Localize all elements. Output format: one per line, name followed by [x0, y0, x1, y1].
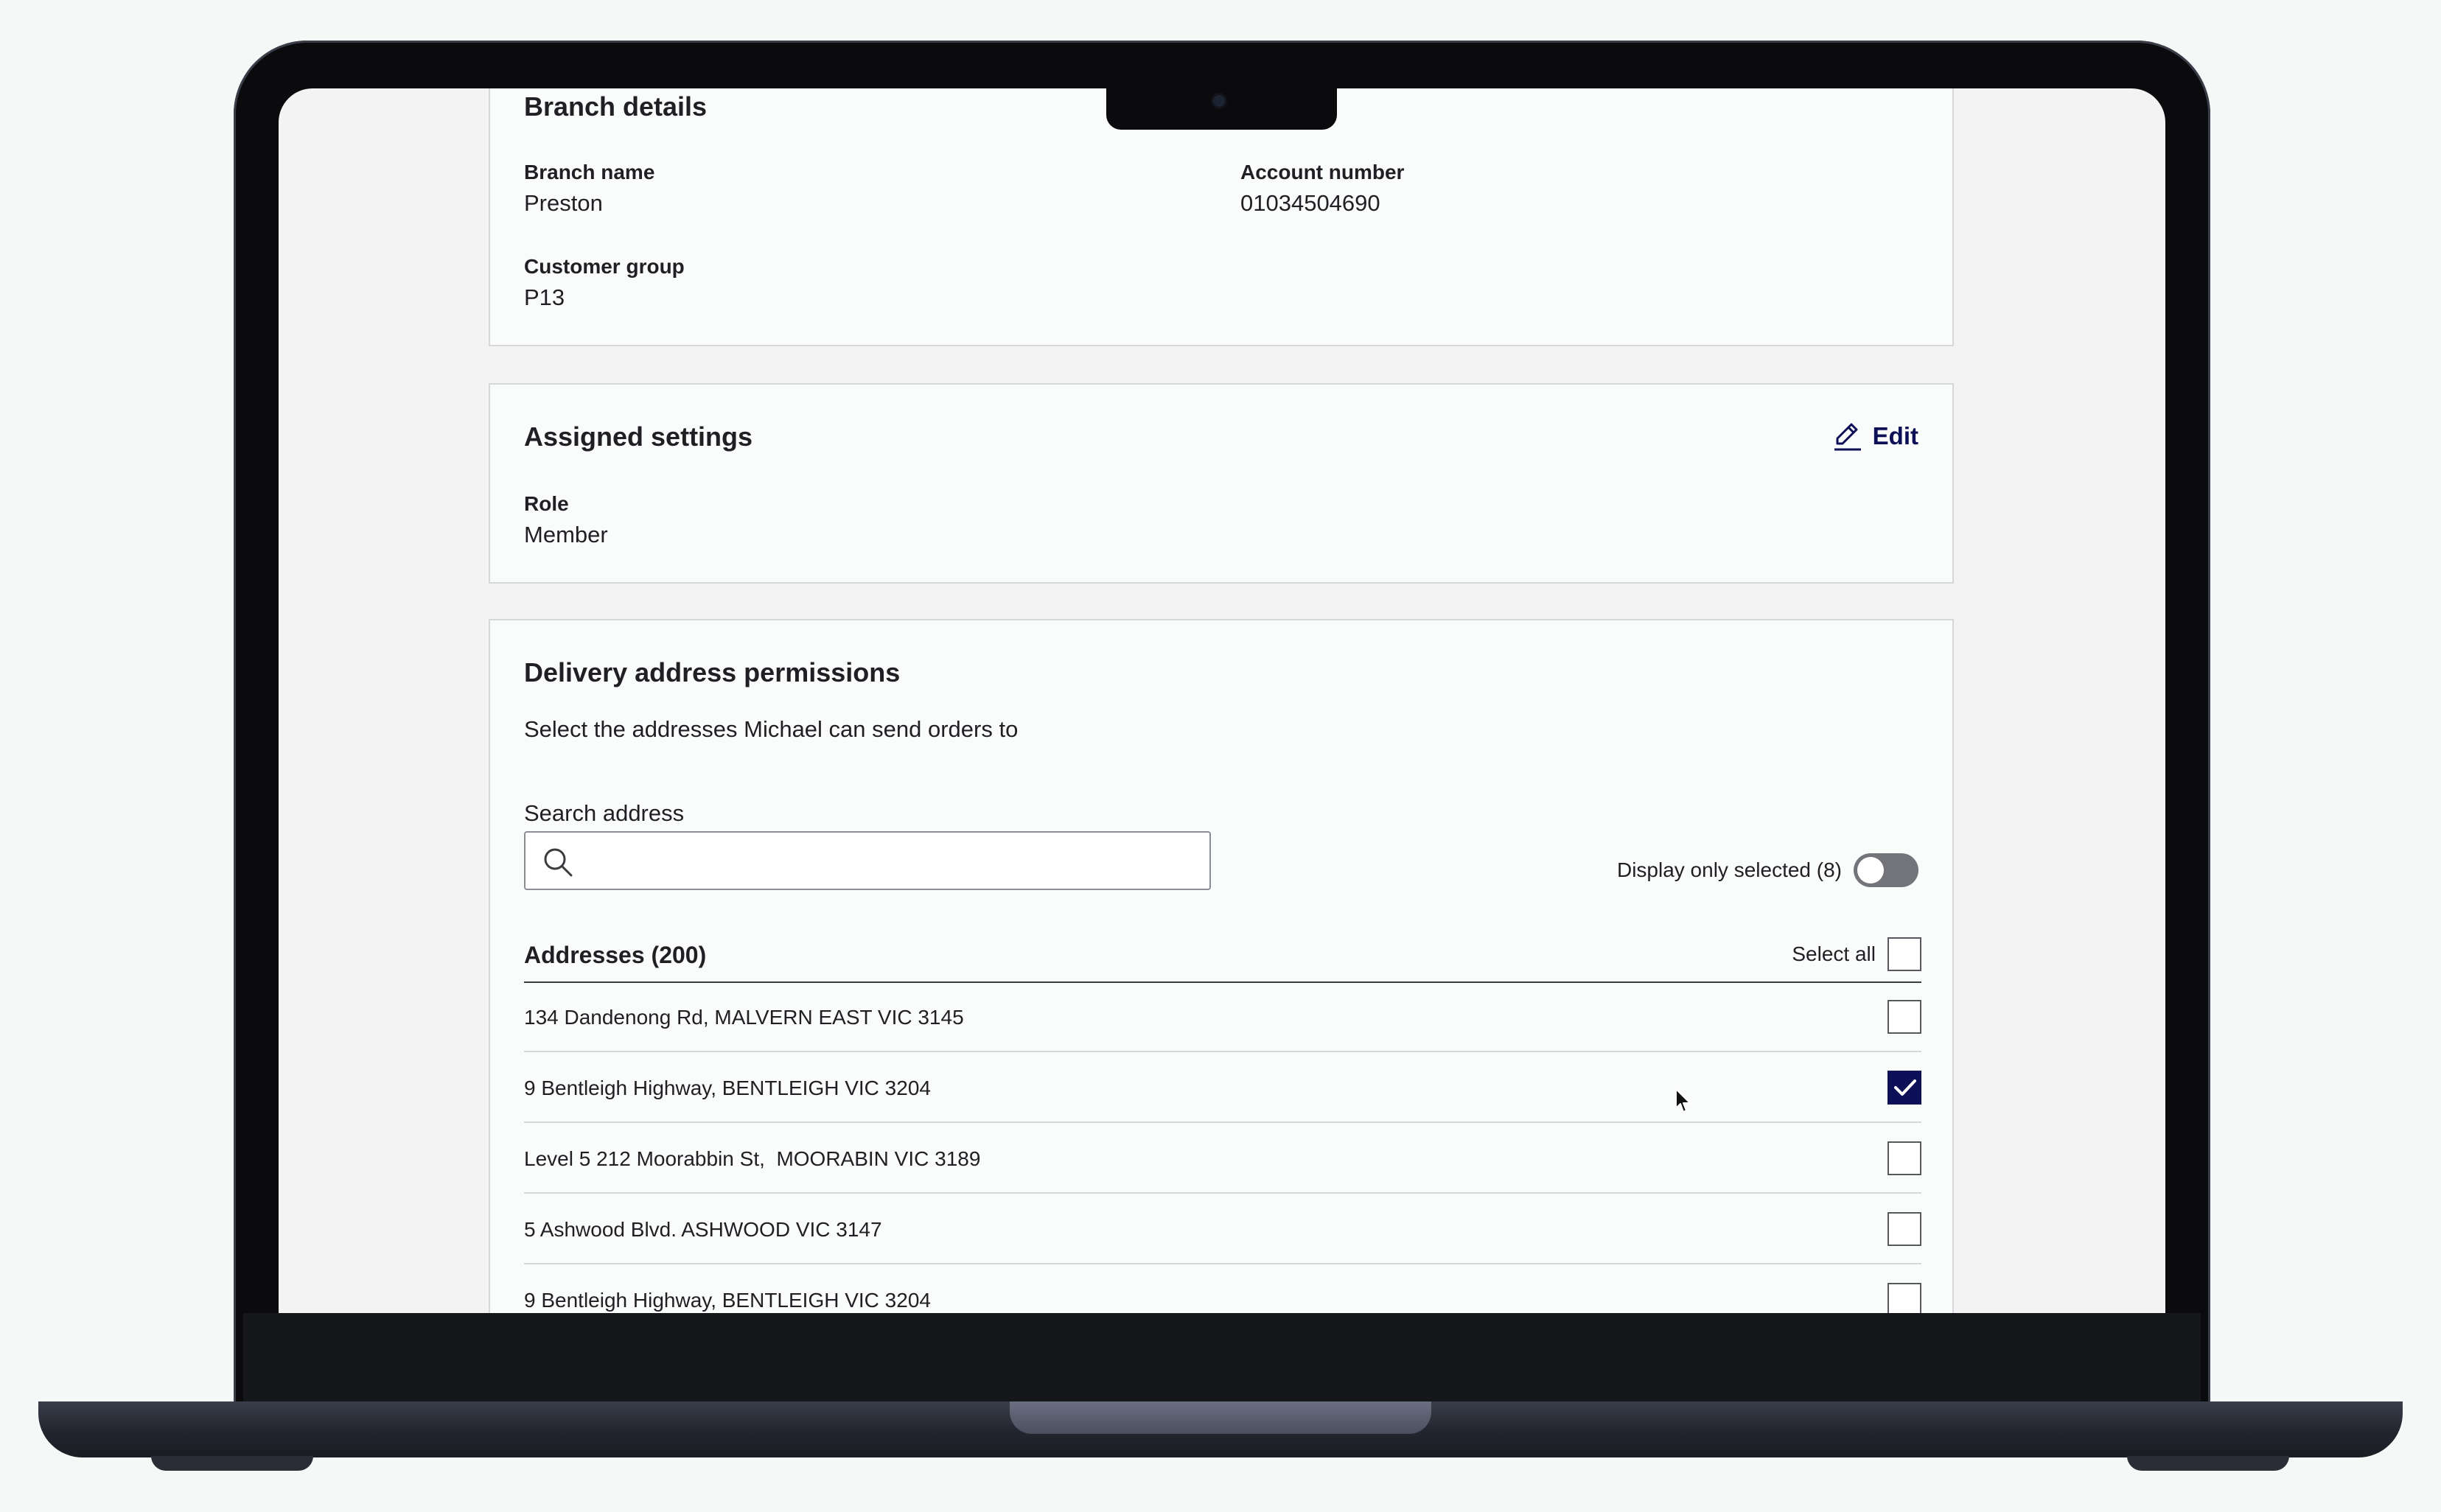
addresses-list-header: Addresses (200) Select all — [524, 937, 1921, 983]
edit-label: Edit — [1872, 422, 1918, 449]
screen: Branch details Branch name Preston Accou… — [279, 88, 2165, 1313]
address-checkbox[interactable] — [1888, 1000, 1921, 1034]
delivery-permissions-card: Delivery address permissions Select the … — [489, 619, 1954, 1313]
role-label: Role — [524, 492, 569, 515]
branch-name-value: Preston — [524, 190, 603, 216]
address-checkbox[interactable] — [1888, 1283, 1921, 1313]
pencil-icon — [1831, 420, 1864, 452]
search-address-input[interactable] — [583, 840, 1198, 883]
customer-group-value: P13 — [524, 284, 565, 310]
address-row[interactable]: 9 Bentleigh Highway, BENTLEIGH VIC 3204 — [524, 1054, 1921, 1123]
address-text: 9 Bentleigh Highway, BENTLEIGH VIC 3204 — [524, 1077, 931, 1099]
address-text: 5 Ashwood Blvd. ASHWOOD VIC 3147 — [524, 1218, 882, 1241]
laptop-foot-left — [151, 1456, 313, 1471]
assigned-settings-title: Assigned settings — [524, 421, 753, 452]
address-text: 9 Bentleigh Highway, BENTLEIGH VIC 3204 — [524, 1289, 931, 1312]
select-all-control: Select all — [1792, 937, 1921, 971]
checkmark-icon — [1894, 1079, 1916, 1096]
laptop-foot-right — [2127, 1456, 2289, 1471]
account-number-label: Account number — [1240, 161, 1405, 183]
select-all-label: Select all — [1792, 942, 1876, 965]
addresses-title: Addresses (200) — [524, 942, 707, 968]
edit-button[interactable]: Edit — [1831, 420, 1918, 452]
delivery-permissions-title: Delivery address permissions — [524, 657, 901, 687]
toggle-knob — [1857, 857, 1884, 883]
search-icon — [542, 846, 574, 882]
display-only-selected-label: Display only selected (8) — [1616, 858, 1842, 881]
account-number-value: 01034504690 — [1240, 190, 1380, 216]
search-address-label: Search address — [524, 800, 685, 826]
branch-name-label: Branch name — [524, 161, 655, 183]
assigned-settings-card: Assigned settings Edit Role Member — [489, 383, 1954, 584]
address-row[interactable]: 9 Bentleigh Highway, BENTLEIGH VIC 3204 — [524, 1266, 1921, 1313]
select-all-checkbox[interactable] — [1888, 937, 1921, 971]
customer-group-label: Customer group — [524, 255, 685, 278]
camera-notch — [1106, 85, 1337, 130]
laptop-chin — [243, 1313, 2201, 1401]
mouse-cursor-icon — [1675, 1088, 1692, 1118]
role-value: Member — [524, 522, 608, 547]
address-row[interactable]: Level 5 212 Moorabbin St, MOORABIN VIC 3… — [524, 1124, 1921, 1194]
address-text: 134 Dandenong Rd, MALVERN EAST VIC 3145 — [524, 1006, 964, 1029]
address-checkbox[interactable] — [1888, 1071, 1921, 1105]
address-row[interactable]: 5 Ashwood Blvd. ASHWOOD VIC 3147 — [524, 1195, 1921, 1264]
address-checkbox[interactable] — [1888, 1141, 1921, 1175]
address-checkbox[interactable] — [1888, 1212, 1921, 1246]
laptop-base-notch — [1010, 1401, 1431, 1434]
branch-details-title: Branch details — [524, 91, 708, 122]
address-row[interactable]: 134 Dandenong Rd, MALVERN EAST VIC 3145 — [524, 983, 1921, 1052]
display-only-selected-control: Display only selected (8) — [1617, 853, 1918, 887]
search-address-box[interactable] — [524, 831, 1211, 890]
delivery-description: Select the addresses Michael can send or… — [524, 716, 1019, 742]
display-only-selected-toggle[interactable] — [1854, 853, 1918, 887]
camera-icon — [1213, 95, 1225, 107]
address-text: Level 5 212 Moorabbin St, MOORABIN VIC 3… — [524, 1147, 981, 1170]
